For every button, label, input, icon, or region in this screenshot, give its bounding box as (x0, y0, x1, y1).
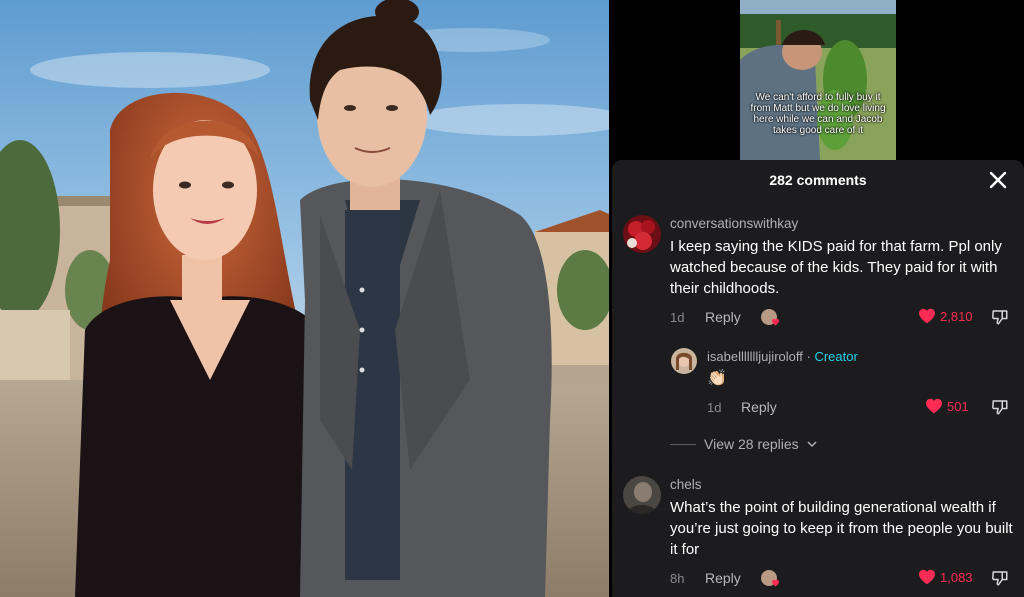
comment-time: 1d (670, 310, 685, 325)
chevron-down-icon (807, 441, 817, 448)
comments-panel: We can't afford to fully buy it from Mat… (609, 0, 1024, 597)
reply-button[interactable]: Reply (741, 399, 777, 415)
dislike-icon[interactable] (991, 308, 1009, 326)
photo-couple (0, 0, 609, 597)
comment-time: 8h (670, 571, 685, 586)
video-caption: We can't afford to fully buy it from Mat… (750, 92, 886, 136)
like-count: 501 (947, 398, 969, 414)
like-button[interactable]: 1,083 (918, 569, 973, 585)
heart-icon (919, 308, 935, 324)
reply-time: 1d (707, 400, 722, 415)
like-count: 2,810 (940, 308, 973, 324)
heart-icon (919, 569, 935, 585)
avatar[interactable] (623, 215, 661, 253)
reply-username[interactable]: isabellllllljujiroloff · Creator (707, 349, 858, 364)
comment-username[interactable]: chels (670, 477, 702, 492)
comments-count: 282 comments (769, 172, 867, 188)
creator-badge: Creator (814, 349, 858, 364)
creator-liked-avatar (760, 569, 780, 589)
video-thumbnail[interactable]: We can't afford to fully buy it from Mat… (740, 0, 896, 160)
avatar[interactable] (671, 348, 697, 374)
creator-liked-avatar (760, 308, 780, 328)
view-replies-button[interactable]: View 28 replies (670, 436, 817, 452)
like-button[interactable]: 2,810 (918, 308, 973, 324)
comments-sheet: 282 comments conversationswithkay I keep… (612, 160, 1024, 597)
like-button[interactable]: 501 (925, 398, 969, 414)
badge-separator: · (806, 349, 811, 364)
reply-button[interactable]: Reply (705, 309, 741, 325)
comment-text: I keep saying the KIDS paid for that far… (670, 238, 1002, 297)
dislike-icon[interactable] (991, 398, 1009, 416)
comment-text: What’s the point of building generationa… (670, 499, 1013, 558)
reply-username-text: isabellllllljujiroloff (707, 349, 803, 364)
close-icon[interactable] (986, 168, 1010, 192)
like-count: 1,083 (940, 569, 973, 585)
avatar[interactable] (623, 476, 661, 514)
reply-button[interactable]: Reply (705, 570, 741, 586)
dislike-icon[interactable] (991, 569, 1009, 587)
heart-icon (926, 398, 942, 414)
divider-line (670, 443, 696, 445)
view-replies-label: View 28 replies (704, 436, 799, 452)
comment-username[interactable]: conversationswithkay (670, 216, 798, 231)
reply-text: 👏🏻 (707, 370, 727, 387)
